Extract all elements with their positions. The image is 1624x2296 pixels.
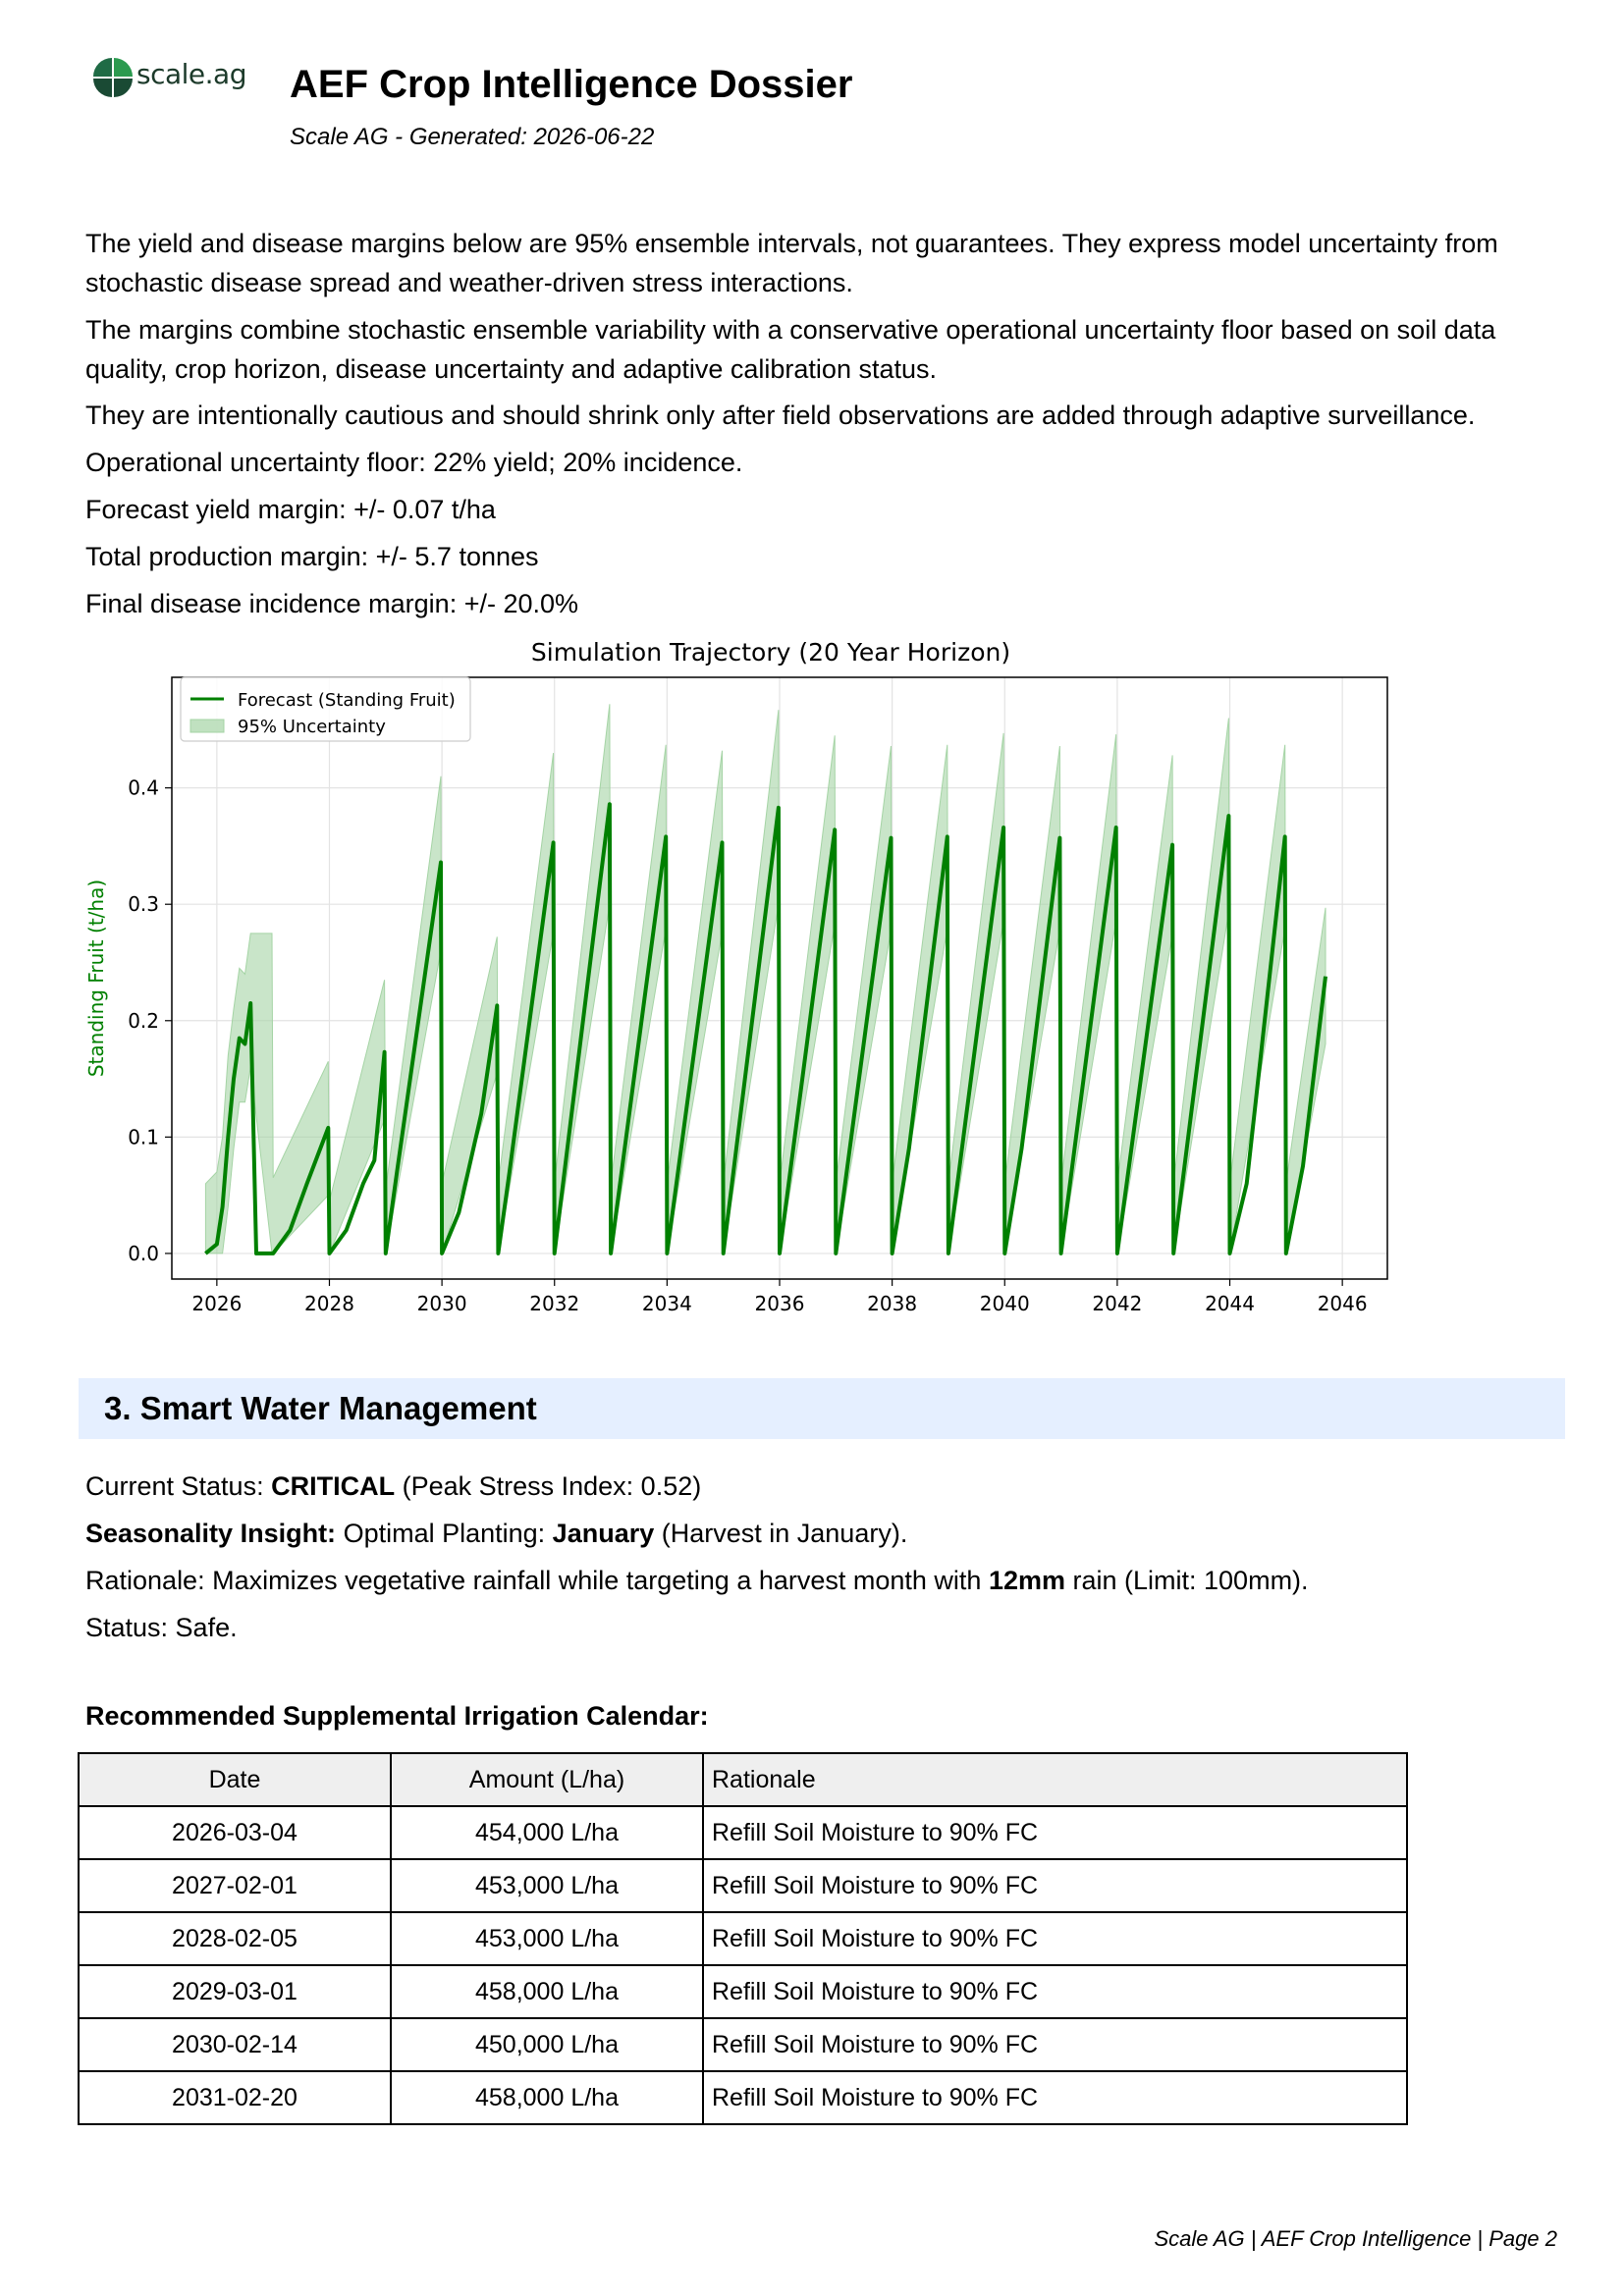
x-tick-label: 2040 [980,1292,1030,1315]
irrigation-table-heading: Recommended Supplemental Irrigation Cale… [85,1701,709,1731]
column-header-amount: Amount (L/ha) [390,1752,704,1807]
y-tick-label: 0.4 [128,776,159,800]
table-row: 2029-03-01 458,000 L/ha Refill Soil Mois… [78,1964,1408,2019]
logo-mark-icon [93,58,133,97]
x-tick-label: 2026 [191,1292,242,1315]
status-suffix: (Peak Stress Index: 0.52) [395,1471,702,1501]
cell-date: 2027-02-01 [78,1858,392,1913]
cell-rationale: Refill Soil Moisture to 90% FC [702,1858,1408,1913]
chart-legend: Forecast (Standing Fruit) 95% Uncertaint… [180,676,471,742]
x-tick-label: 2032 [529,1292,579,1315]
chart-title: Simulation Trajectory (20 Year Horizon) [531,638,1010,667]
current-status-line: Current Status: CRITICAL (Peak Stress In… [85,1467,701,1506]
section-title: 3. Smart Water Management [104,1390,537,1426]
table-row: 2027-02-01 453,000 L/ha Refill Soil Mois… [78,1858,1408,1913]
x-tick-label: 2042 [1092,1292,1142,1315]
cell-amount: 453,000 L/ha [390,1858,704,1913]
page-subtitle: Scale AG - Generated: 2026-06-22 [290,124,655,150]
y-axis-label: Standing Fruit (t/ha) [84,880,108,1077]
y-tick-label: 0.0 [128,1242,159,1265]
y-tick-label: 0.1 [128,1125,159,1148]
seasonality-text: Optimal Planting: [336,1519,553,1548]
table-row: 2031-02-20 458,000 L/ha Refill Soil Mois… [78,2070,1408,2125]
simulation-trajectory-chart: Simulation Trajectory (20 Year Horizon) … [84,638,1388,1315]
cell-rationale: Refill Soil Moisture to 90% FC [702,2070,1408,2125]
column-header-date: Date [78,1752,392,1807]
cell-rationale: Refill Soil Moisture to 90% FC [702,2017,1408,2072]
status-value: CRITICAL [271,1471,396,1501]
uncertainty-band [204,704,1326,1255]
cell-rationale: Refill Soil Moisture to 90% FC [702,1911,1408,1966]
table-row: 2030-02-14 450,000 L/ha Refill Soil Mois… [78,2017,1408,2072]
table-row: 2026-03-04 454,000 L/ha Refill Soil Mois… [78,1805,1408,1860]
intro-paragraph-2: The margins combine stochastic ensemble … [85,315,1496,384]
x-tick-label: 2028 [304,1292,354,1315]
uncertainty-floor-line: Operational uncertainty floor: 22% yield… [85,448,743,477]
safety-status-line: Status: Safe. [85,1613,238,1642]
cell-rationale: Refill Soil Moisture to 90% FC [702,1964,1408,2019]
x-tick-label: 2044 [1205,1292,1255,1315]
section-header-water: 3. Smart Water Management [79,1378,1565,1439]
x-tick-label: 2034 [642,1292,692,1315]
table-header-row: Date Amount (L/ha) Rationale [78,1752,1408,1807]
page-title: AEF Crop Intelligence Dossier [290,63,853,106]
rationale-prefix: Rationale: Maximizes vegetative rainfall… [85,1566,989,1595]
seasonality-label: Seasonality Insight: [85,1519,337,1548]
column-header-rationale: Rationale [702,1752,1408,1807]
intro-paragraph-3: They are intentionally cautious and shou… [85,400,1476,430]
production-margin-line: Total production margin: +/- 5.7 tonnes [85,542,539,571]
x-tick-label: 2030 [417,1292,467,1315]
cell-date: 2029-03-01 [78,1964,392,2019]
scale-ag-logo: scale.ag [93,54,246,101]
cell-amount: 458,000 L/ha [390,2070,704,2125]
rationale-line: Rationale: Maximizes vegetative rainfall… [85,1561,1309,1600]
rationale-suffix: rain (Limit: 100mm). [1065,1566,1309,1595]
x-tick-label: 2038 [867,1292,917,1315]
cell-amount: 453,000 L/ha [390,1911,704,1966]
legend-label-uncertainty: 95% Uncertainty [238,717,386,737]
x-tick-label: 2036 [755,1292,805,1315]
cell-date: 2031-02-20 [78,2070,392,2125]
y-tick-label: 0.2 [128,1009,159,1033]
intro-paragraph-1: The yield and disease margins below are … [85,229,1498,297]
yield-margin-line: Forecast yield margin: +/- 0.07 t/ha [85,495,496,524]
rationale-rain: 12mm [988,1566,1065,1595]
legend-band-swatch [189,719,225,733]
seasonality-suffix: (Harvest in January). [654,1519,908,1548]
seasonality-line: Seasonality Insight: Optimal Planting: J… [85,1514,907,1553]
cell-rationale: Refill Soil Moisture to 90% FC [702,1805,1408,1860]
irrigation-table: Date Amount (L/ha) Rationale 2026-03-04 … [78,1752,1408,2125]
disease-margin-line: Final disease incidence margin: +/- 20.0… [85,589,579,618]
cell-date: 2026-03-04 [78,1805,392,1860]
logo-text: scale.ag [136,58,246,90]
cell-date: 2030-02-14 [78,2017,392,2072]
table-row: 2028-02-05 453,000 L/ha Refill Soil Mois… [78,1911,1408,1966]
page-footer: Scale AG | AEF Crop Intelligence | Page … [1154,2226,1557,2251]
seasonality-month: January [552,1519,655,1548]
cell-amount: 458,000 L/ha [390,1964,704,2019]
cell-amount: 454,000 L/ha [390,1805,704,1860]
cell-date: 2028-02-05 [78,1911,392,1966]
legend-label-forecast: Forecast (Standing Fruit) [238,690,456,711]
cell-amount: 450,000 L/ha [390,2017,704,2072]
status-prefix: Current Status: [85,1471,272,1501]
x-tick-label: 2046 [1318,1292,1368,1315]
y-tick-label: 0.3 [128,892,159,916]
